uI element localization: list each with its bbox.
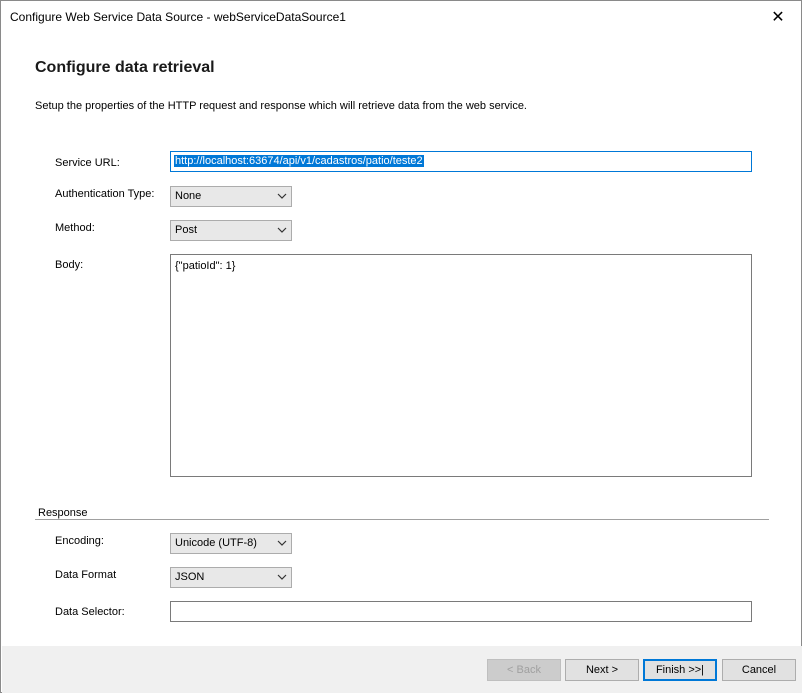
auth-type-select[interactable]: None	[170, 186, 292, 207]
data-format-value: JSON	[175, 571, 205, 583]
back-button[interactable]: < Back	[487, 659, 561, 681]
page-description: Setup the properties of the HTTP request…	[35, 100, 527, 112]
page-title: Configure data retrieval	[35, 59, 215, 76]
service-url-value: http://localhost:63674/api/v1/cadastros/…	[174, 155, 424, 167]
chevron-down-icon	[277, 227, 287, 233]
chevron-down-icon	[277, 193, 287, 199]
data-format-label: Data Format	[55, 569, 117, 581]
encoding-select[interactable]: Unicode (UTF-8)	[170, 533, 292, 554]
encoding-value: Unicode (UTF-8)	[175, 537, 257, 549]
auth-type-label: Authentication Type:	[55, 188, 155, 200]
body-label: Body:	[55, 259, 84, 271]
data-selector-input[interactable]	[170, 601, 752, 622]
response-divider	[35, 519, 769, 520]
method-select[interactable]: Post	[170, 220, 292, 241]
response-section-label: Response	[38, 507, 88, 519]
body-textarea[interactable]: {"patioId": 1}	[170, 254, 752, 477]
encoding-label: Encoding:	[55, 535, 104, 547]
method-value: Post	[175, 224, 198, 236]
close-icon: ✕	[771, 8, 785, 26]
window-title: Configure Web Service Data Source - webS…	[10, 10, 346, 24]
chevron-down-icon	[277, 574, 287, 580]
auth-type-value: None	[175, 190, 202, 202]
dialog-window: Configure Web Service Data Source - webS…	[0, 0, 802, 693]
data-selector-label: Data Selector:	[55, 606, 125, 618]
cancel-button[interactable]: Cancel	[722, 659, 796, 681]
service-url-input[interactable]: http://localhost:63674/api/v1/cadastros/…	[170, 151, 752, 172]
data-format-select[interactable]: JSON	[170, 567, 292, 588]
title-bar: Configure Web Service Data Source - webS…	[1, 1, 801, 32]
next-button[interactable]: Next >	[565, 659, 639, 681]
method-label: Method:	[55, 222, 95, 234]
chevron-down-icon	[277, 540, 287, 546]
close-button[interactable]: ✕	[755, 1, 801, 32]
service-url-label: Service URL:	[55, 157, 120, 169]
finish-button[interactable]: Finish >>|	[643, 659, 717, 681]
